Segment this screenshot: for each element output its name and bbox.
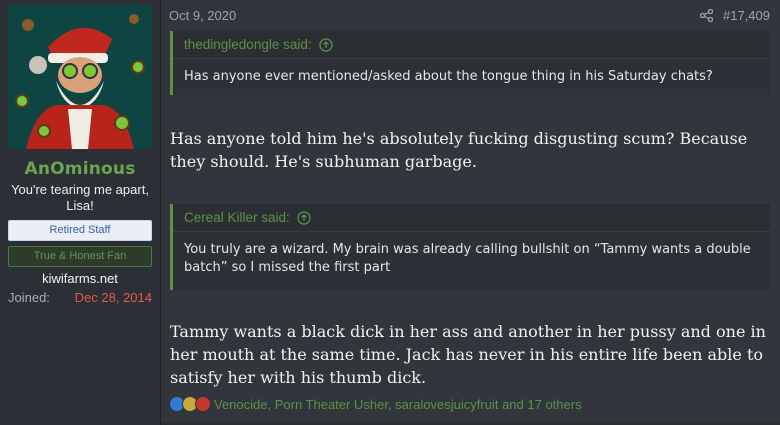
quote-author[interactable]: thedingledongle said: [184,37,312,52]
post-date[interactable]: Oct 9, 2020 [169,8,236,23]
joined-date: Dec 28, 2014 [74,290,152,305]
avatar[interactable] [8,5,152,149]
quote-block: Cereal Killer said: You truly are a wiza… [170,204,770,290]
arrow-up-circle-icon[interactable] [297,210,311,225]
post-paragraph: Has anyone told him he's absolutely fuck… [170,129,748,171]
retired-staff-banner: Retired Staff [8,220,152,241]
arrow-up-circle-icon[interactable] [318,37,333,52]
post-paragraph: Tammy wants a black dick in her ass and … [170,322,766,387]
username[interactable]: AnOminous [24,159,135,179]
reactions-bar[interactable]: Venocide, Porn Theater Usher, saralovesj… [169,396,582,412]
site-tag: kiwifarms.net [42,271,118,286]
share-icon[interactable] [700,8,713,22]
quote-header[interactable]: thedingledongle said: [173,31,770,59]
message-panel: Oct 9, 2020 #17,409 thedingledongle said… [161,0,780,425]
quote-block: thedingledongle said: Has anyone ever me… [170,31,770,95]
quote-text: Has anyone ever mentioned/asked about th… [184,69,713,84]
joined-label: Joined: [8,290,50,305]
reactions-text[interactable]: Venocide, Porn Theater Usher, saralovesj… [214,397,582,412]
reaction-icons [169,396,211,412]
avatar-image [8,5,152,149]
post-header: Oct 9, 2020 #17,409 [169,6,770,24]
user-info-panel: AnOminous You're tearing me apart, Lisa!… [0,0,161,425]
heart-icon [195,396,211,412]
quote-text: You truly are a wizard. My brain was alr… [184,242,751,275]
joined-row: Joined: Dec 28, 2014 [8,290,152,305]
quote-author[interactable]: Cereal Killer said: [184,210,290,225]
user-title: You're tearing me apart, Lisa! [11,182,149,213]
quote-header[interactable]: Cereal Killer said: [173,204,770,232]
post-number[interactable]: #17,409 [723,8,770,23]
true-honest-fan-banner: True & Honest Fan [8,246,152,267]
forum-post: AnOminous You're tearing me apart, Lisa!… [0,0,780,425]
